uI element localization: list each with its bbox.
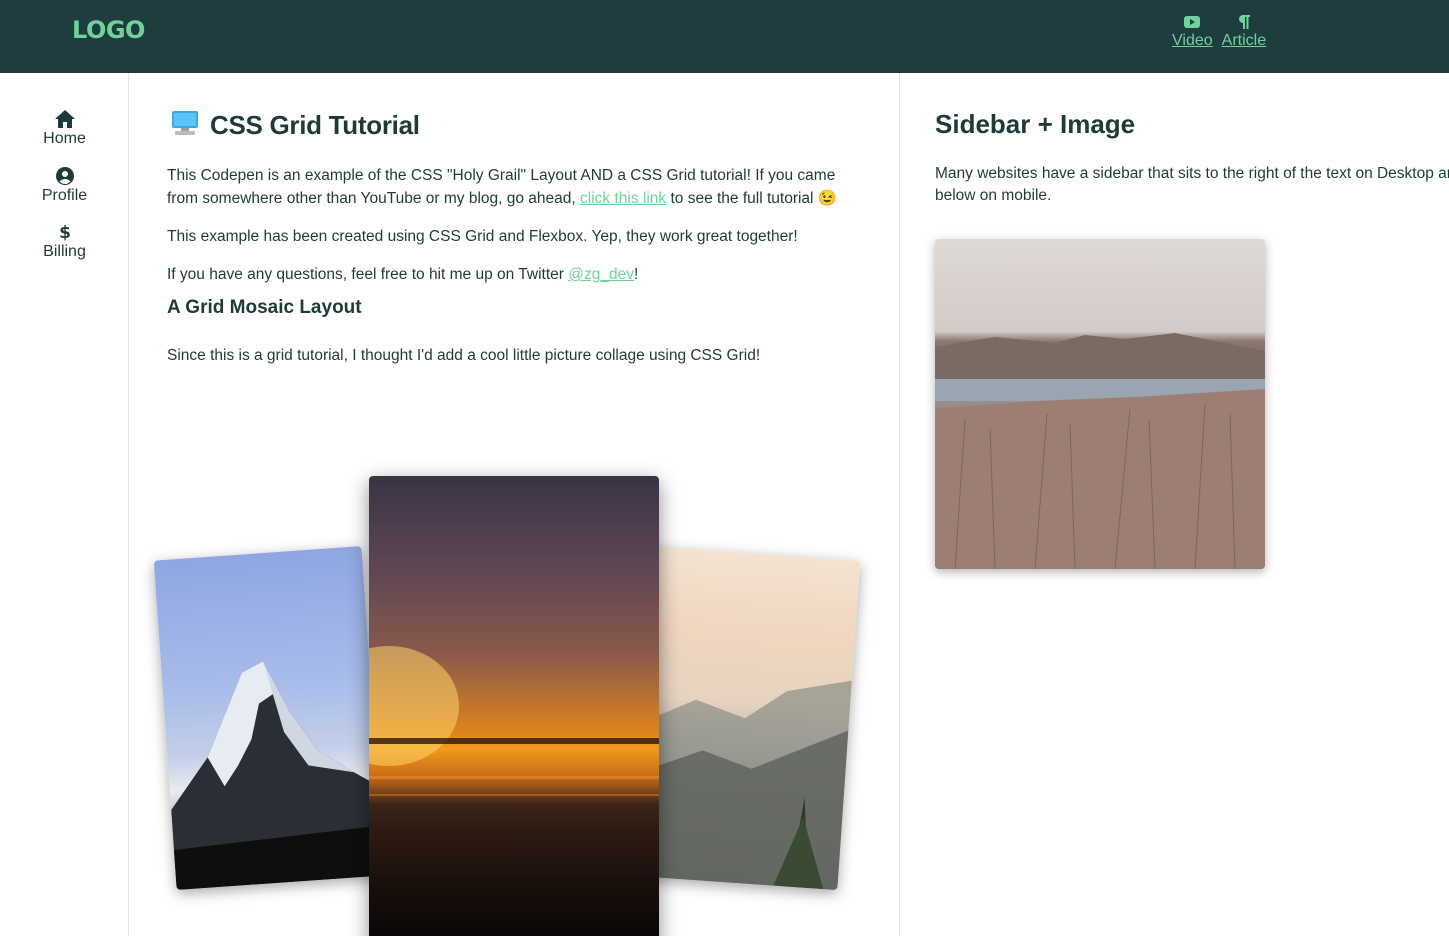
sidebar-item-home-label: Home <box>43 130 86 147</box>
sidebar-item-billing-label: Billing <box>43 243 86 260</box>
home-icon <box>54 109 76 129</box>
valley-photo <box>623 545 861 891</box>
intro-text-end: to see the full tutorial <box>666 190 818 207</box>
youtube-icon <box>1184 14 1201 30</box>
user-circle-icon <box>55 166 74 186</box>
questions-paragraph: If you have any questions, feel free to … <box>167 263 847 286</box>
svg-text:$: $ <box>59 223 71 242</box>
nav-video-link[interactable]: Video <box>1172 14 1213 50</box>
mosaic-subheading: A Grid Mosaic Layout <box>167 297 362 318</box>
flexbox-paragraph: This example has been created using CSS … <box>167 228 798 245</box>
tutorial-link[interactable]: click this link <box>580 190 666 207</box>
sidebar-title: Sidebar + Image <box>935 109 1136 139</box>
top-header: LOGO Video Article <box>0 0 1449 73</box>
top-nav: Video Article <box>1172 14 1266 50</box>
computer-icon <box>170 109 200 141</box>
right-sidebar: Sidebar + Image Many websites have a sid… <box>900 73 1449 936</box>
logo[interactable]: LOGO <box>72 16 145 44</box>
lake-grass-photo <box>935 239 1265 569</box>
questions-text-end: ! <box>633 266 639 283</box>
page-title: CSS Grid Tutorial <box>170 109 420 141</box>
sidebar-text: Many websites have a sidebar that sits t… <box>935 165 1449 204</box>
intro-paragraph: This Codepen is an example of the CSS "H… <box>167 164 847 210</box>
sidebar-item-profile-label: Profile <box>41 187 88 204</box>
main-content: CSS Grid Tutorial This Codepen is an exa… <box>129 73 900 936</box>
nav-video-label: Video <box>1172 32 1213 49</box>
questions-text: If you have any questions, feel free to … <box>167 266 569 283</box>
nav-article-link[interactable]: Article <box>1222 14 1266 50</box>
left-sidebar-nav: Home Profile $ Billing <box>0 73 129 936</box>
sunset-photo <box>369 476 659 936</box>
nav-article-label: Article <box>1221 32 1267 49</box>
dollar-icon: $ <box>59 222 71 242</box>
twitter-link[interactable]: @zg_dev <box>568 266 634 283</box>
sidebar-item-profile[interactable]: Profile <box>0 166 129 205</box>
paragraph-icon <box>1238 14 1250 30</box>
snowy-mountain-photo <box>153 546 385 890</box>
wink-emoji: 😉 <box>817 190 838 207</box>
page-title-text: CSS Grid Tutorial <box>210 109 420 140</box>
sidebar-item-billing[interactable]: $ Billing <box>0 222 129 261</box>
mosaic-paragraph: Since this is a grid tutorial, I thought… <box>167 347 761 364</box>
sidebar-item-home[interactable]: Home <box>0 109 129 148</box>
